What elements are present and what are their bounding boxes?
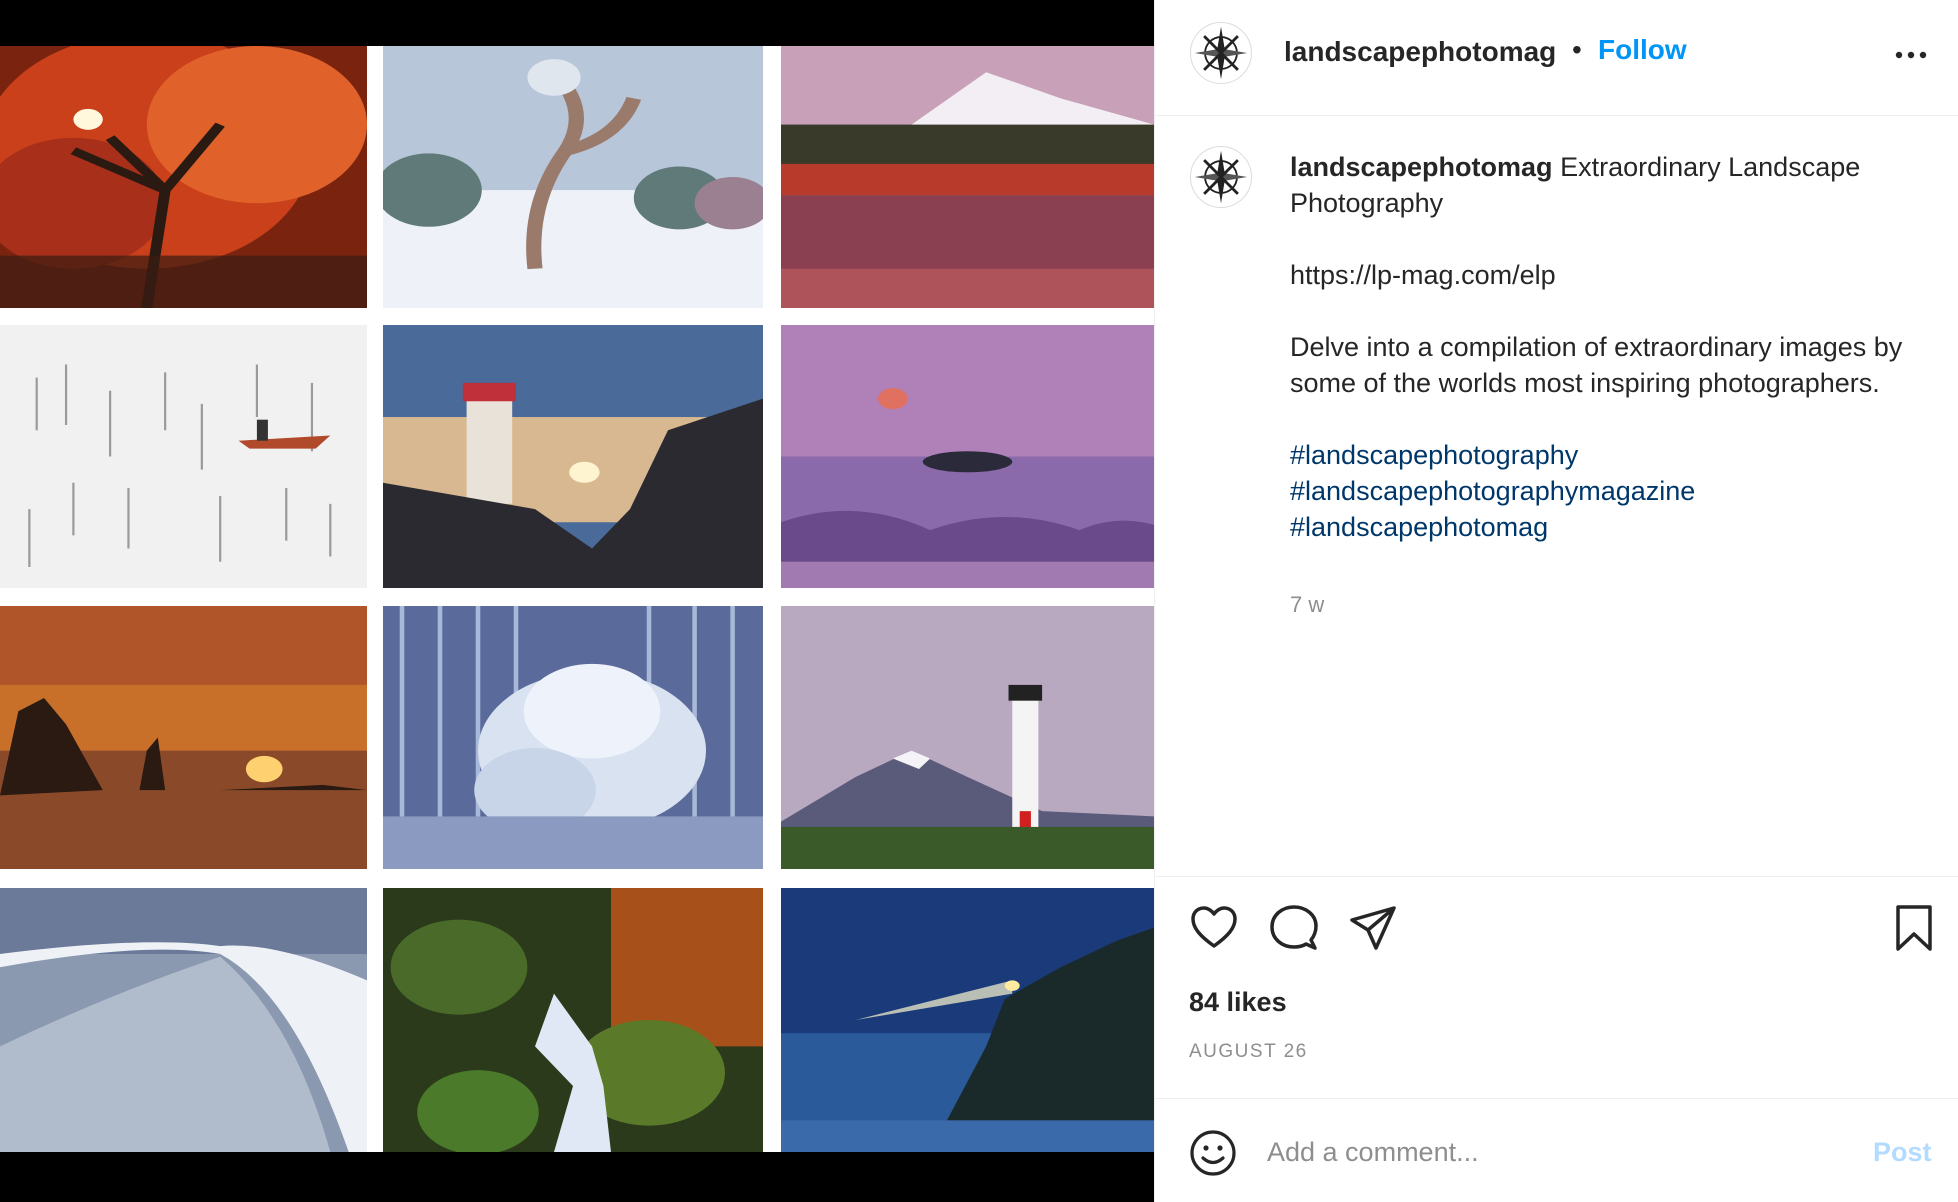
compass-logo-icon xyxy=(1192,24,1250,82)
photo-frosted-forest xyxy=(383,606,763,869)
photo-autumn-maple-tree xyxy=(0,46,367,308)
caption-link[interactable]: https://lp-mag.com/elp xyxy=(1290,257,1930,293)
post-header: landscapephotomag • Follow xyxy=(1155,0,1958,116)
photo-snowy-volcano-lake xyxy=(781,46,1154,308)
hashtag-link[interactable]: #landscapephotography xyxy=(1290,437,1930,473)
comment-input[interactable] xyxy=(1267,1127,1807,1177)
header-username[interactable]: landscapephotomag xyxy=(1284,36,1556,68)
post-panel: landscapephotomag • Follow landscapephot… xyxy=(1154,0,1958,1202)
photo-lighthouse-mountain xyxy=(781,606,1154,869)
photo-fisherman-boat xyxy=(0,325,367,588)
caption-heading: landscapephotomag Extraordinary Landscap… xyxy=(1290,149,1930,221)
compass-logo-icon xyxy=(1192,148,1250,206)
photo-lighthouse-night-coast xyxy=(781,888,1154,1152)
more-options-icon[interactable] xyxy=(1891,40,1931,70)
photo-grid xyxy=(0,46,1154,1152)
caption-username[interactable]: landscapephotomag xyxy=(1290,152,1553,182)
separator-dot: • xyxy=(1572,34,1582,65)
post-media[interactable] xyxy=(0,0,1154,1202)
comment-icon[interactable] xyxy=(1268,902,1320,954)
photo-snowy-juniper xyxy=(383,46,763,308)
likes-count[interactable]: 84 likes xyxy=(1189,987,1287,1018)
bookmark-icon[interactable] xyxy=(1888,902,1940,954)
post-caption: landscapephotomag Extraordinary Landscap… xyxy=(1155,116,1958,876)
photo-snow-dunes xyxy=(0,888,367,1152)
hashtag-link[interactable]: #landscapephotomag xyxy=(1290,509,1930,545)
emoji-icon[interactable] xyxy=(1188,1128,1238,1178)
photo-lighthouse-cliffs xyxy=(383,325,763,588)
heart-icon[interactable] xyxy=(1188,902,1240,954)
follow-button[interactable]: Follow xyxy=(1598,34,1687,66)
photo-sea-stacks-sunset xyxy=(0,606,367,869)
share-icon[interactable] xyxy=(1348,902,1400,954)
comment-bar: Post xyxy=(1155,1098,1958,1202)
post-date[interactable]: AUGUST 26 xyxy=(1189,1041,1308,1063)
caption-description: Delve into a compilation of extraordinar… xyxy=(1290,332,1903,398)
post-button[interactable]: Post xyxy=(1873,1137,1932,1168)
post-actions: 84 likes AUGUST 26 xyxy=(1155,876,1958,1098)
caption-avatar[interactable] xyxy=(1190,146,1252,208)
avatar[interactable] xyxy=(1190,22,1252,84)
caption-text: landscapephotomag Extraordinary Landscap… xyxy=(1290,149,1930,545)
hashtag-link[interactable]: #landscapephotographymagazine xyxy=(1290,473,1930,509)
photo-mossy-waterfall xyxy=(383,888,763,1152)
post-age[interactable]: 7 w xyxy=(1290,592,1324,618)
photo-purple-moon-island xyxy=(781,325,1154,588)
